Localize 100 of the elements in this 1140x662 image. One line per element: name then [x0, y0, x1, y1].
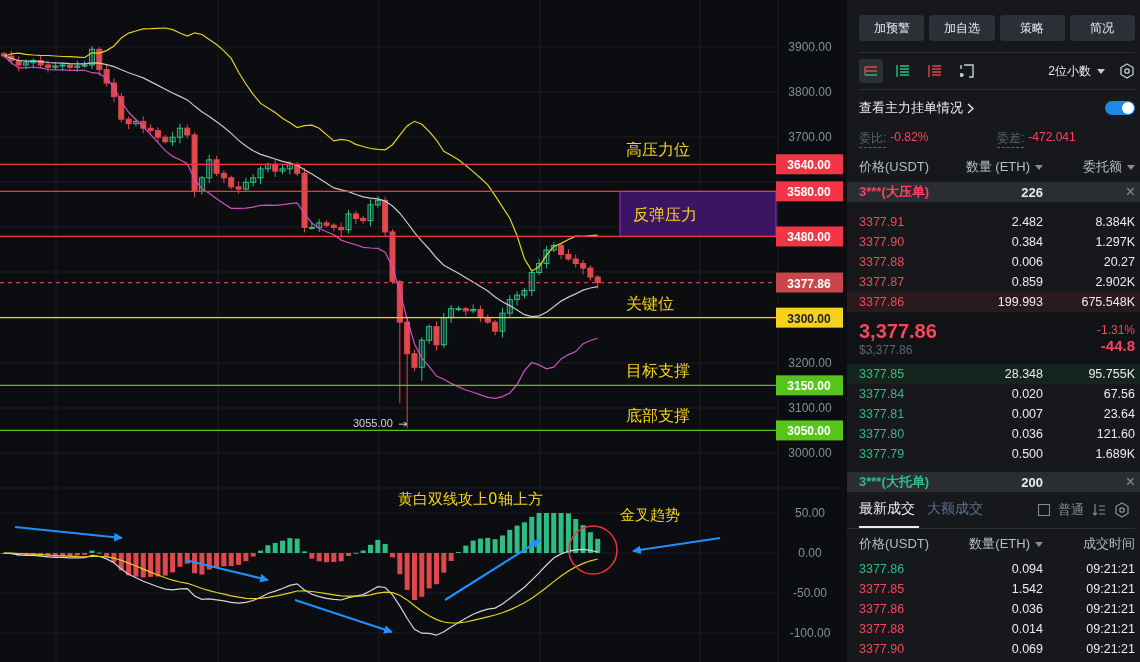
axis-label: 3000.00 [788, 446, 832, 460]
axis-label: 3700.00 [788, 130, 832, 145]
axis-label: 3100.00 [788, 400, 832, 415]
order-amount: 20.27 [1102, 255, 1135, 269]
trade-quantity: 0.036 [1010, 602, 1043, 616]
price-tag-value: 3050.00 [787, 424, 831, 439]
action-button[interactable]: 策略 [999, 15, 1065, 41]
price-tag-value: 3580.00 [787, 185, 831, 200]
caret-icon [1097, 68, 1105, 74]
axis-label: -100.00 [789, 626, 831, 640]
price-tag-value: 3480.00 [787, 230, 831, 245]
column-header: 成交时间 [1082, 535, 1135, 553]
level-label: 底部支撑 [626, 406, 690, 426]
price-tag-value: 3640.00 [787, 158, 831, 173]
order-quantity: 199.993 [996, 295, 1043, 309]
order-row[interactable]: 3377.84 0.020 67.56 [847, 384, 1140, 404]
column-header[interactable]: 数量 (ETH) [959, 158, 1043, 176]
caret-icon [1035, 164, 1043, 170]
ask-price: 3377.90 [859, 235, 906, 249]
axis-label: 3200.00 [788, 355, 832, 370]
price-tag-value: 3150.00 [787, 379, 831, 394]
ask-price: 3377.91 [859, 215, 906, 229]
order-row[interactable]: 3377.86 199.993 675.548K [847, 292, 1140, 312]
axis-label: 3900.00 [788, 40, 832, 54]
checkbox[interactable] [1038, 504, 1050, 516]
order-row[interactable]: 3377.87 0.859 2.902K [847, 272, 1140, 292]
caret-icon [1035, 541, 1043, 547]
axis-label: -50.00 [793, 586, 827, 600]
order-book-view-icon[interactable] [859, 59, 883, 83]
main-orders-link[interactable]: 查看主力挂单情况 [859, 99, 974, 117]
order-amount: 675.548K [1080, 295, 1135, 309]
decimals-dropdown[interactable]: 2位小数 [1048, 62, 1111, 80]
chevron-icon [967, 102, 974, 114]
trade-quantity: 0.014 [1010, 622, 1043, 636]
settings-icon[interactable] [1119, 63, 1135, 79]
bid-price: 3377.81 [859, 407, 906, 421]
last-price: 3,377.86 [859, 319, 937, 343]
sort-icon[interactable] [1092, 503, 1106, 517]
trades-tab[interactable]: 大额成交 [927, 492, 987, 528]
column-header[interactable]: 数量(ETH) [959, 535, 1043, 553]
price-tag-value: 3300.00 [787, 311, 831, 326]
order-row[interactable]: 3377.79 0.500 1.689K [847, 444, 1140, 464]
trade-time: 09:21:21 [1085, 622, 1135, 636]
checkbox-label: 普通 [1058, 501, 1084, 519]
action-button[interactable]: 加预警 [859, 15, 925, 41]
order-row[interactable]: 3377.91 2.482 8.384K [847, 212, 1140, 232]
change-value: -44.8 [1100, 336, 1135, 354]
trades-tab[interactable]: 最新成交 [859, 492, 919, 528]
large-bid-quantity: 200 [1020, 474, 1043, 490]
order-row[interactable]: 3377.88 0.006 20.27 [847, 252, 1140, 272]
order-quantity: 0.500 [1010, 447, 1043, 461]
order-amount: 121.60 [1095, 427, 1135, 441]
order-row[interactable]: 3377.80 0.036 121.60 [847, 424, 1140, 444]
axis-label: 50.00 [795, 506, 825, 520]
order-row[interactable]: 3377.90 0.384 1.297K [847, 232, 1140, 252]
order-amount: 8.384K [1094, 215, 1135, 229]
bid-price: 3377.84 [859, 387, 906, 401]
trade-time: 09:21:21 [1085, 602, 1135, 616]
order-quantity: 0.036 [1010, 427, 1043, 441]
trade-price: 3377.90 [859, 642, 906, 656]
close-icon[interactable]: × [1125, 474, 1135, 490]
order-amount: 1.689K [1094, 447, 1135, 461]
column-header: 价格(USDT) [859, 158, 931, 176]
annotation-text: 金叉趋势 [620, 506, 680, 524]
axis-label: 0.00 [798, 546, 822, 560]
toggle-switch[interactable] [1105, 101, 1135, 115]
order-amount: 23.64 [1102, 407, 1135, 421]
ask-price: 3377.87 [859, 275, 906, 289]
trade-time: 09:21:21 [1085, 562, 1135, 576]
annotation-text: 黄白双线攻上0轴上方 [398, 490, 543, 508]
trade-time: 09:21:21 [1085, 582, 1135, 596]
order-quantity: 28.348 [1003, 367, 1043, 381]
order-quantity: 0.006 [1010, 255, 1043, 269]
close-icon[interactable]: × [1125, 184, 1135, 200]
large-bid-label: 3***(大托单) [859, 473, 931, 491]
ask-price: 3377.88 [859, 255, 906, 269]
price-tag-value: 3377.86 [787, 276, 831, 291]
order-quantity: 2.482 [1010, 215, 1043, 229]
order-row[interactable]: 3377.81 0.007 23.64 [847, 404, 1140, 424]
change-percent: -1.31% [1096, 322, 1135, 337]
order-row[interactable]: 3377.85 28.348 95.755K [847, 364, 1140, 384]
axis-label: 3800.00 [788, 85, 832, 100]
trade-price: 3377.86 [859, 602, 906, 616]
trade-price: 3377.86 [859, 562, 906, 576]
trade-quantity: 1.542 [1010, 582, 1043, 596]
action-button[interactable]: 简况 [1069, 15, 1135, 41]
settings-icon[interactable] [1114, 502, 1130, 518]
action-button[interactable]: 加自选 [929, 15, 995, 41]
order-quantity: 0.384 [1010, 235, 1043, 249]
caret-icon [1127, 164, 1135, 170]
ask-price: 3377.86 [859, 295, 906, 309]
trade-price: 3377.85 [859, 582, 906, 596]
diff-value: -472.041 [1028, 130, 1076, 146]
bid-price: 3377.80 [859, 427, 906, 441]
bid-price: 3377.79 [859, 447, 906, 461]
order-quantity: 0.020 [1010, 387, 1043, 401]
trade-time: 09:21:21 [1085, 642, 1135, 656]
large-ask-label: 3***(大压单) [859, 183, 931, 201]
ratio-label: 委比: [859, 130, 887, 148]
column-header[interactable]: 委托额 [1043, 158, 1135, 176]
